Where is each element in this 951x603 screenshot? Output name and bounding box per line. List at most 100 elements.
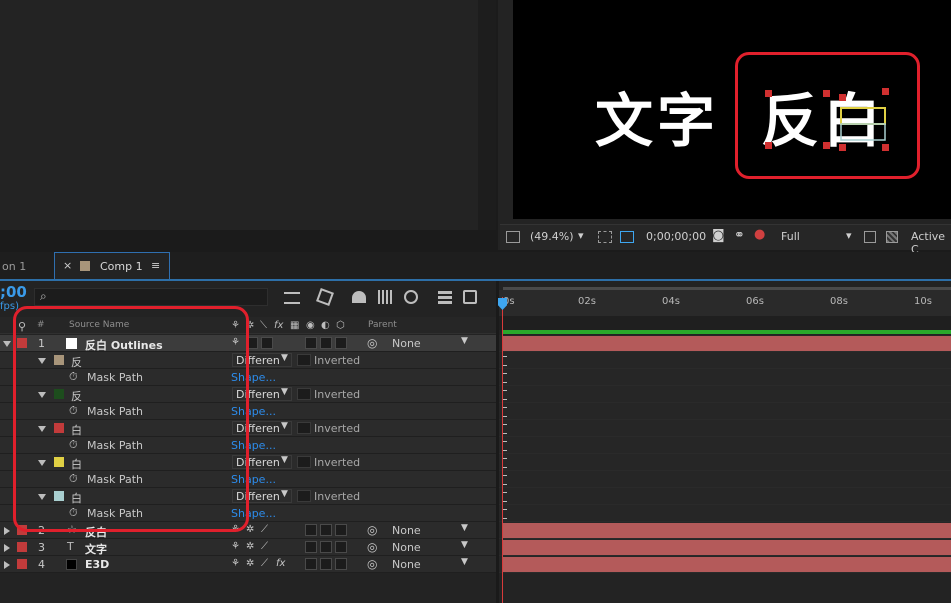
adjustment-switch[interactable] bbox=[320, 337, 332, 349]
collapse-switch-icon[interactable]: ✲ bbox=[246, 541, 254, 552]
show-snapshot-icon[interactable]: ⚭ bbox=[734, 228, 745, 243]
current-time-indicator-line[interactable] bbox=[502, 297, 503, 603]
tab-previous-comp[interactable]: on 1 bbox=[2, 260, 26, 273]
parent-pickwhip-icon[interactable]: ◎ bbox=[367, 336, 377, 350]
quality-switch-icon[interactable]: ⟋ bbox=[261, 524, 268, 535]
quality-switch-icon[interactable]: ⟋ bbox=[261, 541, 268, 552]
layer-bar-1[interactable] bbox=[503, 336, 951, 351]
3d-switch[interactable] bbox=[335, 558, 347, 570]
ruler-label-5: 10s bbox=[914, 296, 932, 307]
collapse-switch-icon[interactable]: ✲ bbox=[246, 558, 254, 569]
mask-inverted-label: Inverted bbox=[314, 490, 361, 503]
comp-label-color bbox=[80, 261, 90, 271]
twirl-right-icon[interactable] bbox=[4, 527, 10, 535]
shy-switch-icon[interactable]: ⚘ bbox=[231, 558, 240, 569]
motion-blur-switch[interactable] bbox=[305, 541, 317, 553]
graph-editor-icon[interactable] bbox=[438, 290, 452, 304]
mask-mode-arrow-icon[interactable]: ▼ bbox=[281, 353, 288, 363]
panel-menu-icon[interactable]: ≡ bbox=[151, 259, 160, 272]
layer-label-color[interactable] bbox=[17, 542, 27, 552]
quality-switch[interactable] bbox=[261, 337, 273, 349]
region-of-interest-icon[interactable] bbox=[506, 231, 520, 243]
quality-switch-icon[interactable]: ⟋ bbox=[261, 558, 268, 569]
comp-flowchart-icon[interactable] bbox=[284, 292, 300, 304]
parent-dropdown[interactable]: None bbox=[392, 337, 421, 350]
mask-inverted-label: Inverted bbox=[314, 456, 361, 469]
parent-dropdown[interactable]: None bbox=[392, 541, 421, 554]
close-icon[interactable]: × bbox=[63, 259, 72, 272]
header-motion-blur-icon: ◉ bbox=[306, 320, 315, 331]
header-fx: fx bbox=[274, 320, 284, 331]
collapse-switch-icon[interactable]: ✲ bbox=[246, 524, 254, 535]
mask-inverted-checkbox[interactable] bbox=[297, 388, 311, 400]
time-ruler[interactable] bbox=[499, 290, 951, 316]
brainstorm-icon[interactable] bbox=[463, 290, 477, 304]
motion-blur-switch[interactable] bbox=[305, 337, 317, 349]
tab-comp-1[interactable]: × Comp 1 ≡ bbox=[54, 252, 170, 280]
timeline-current-time[interactable]: ;00 bbox=[0, 283, 27, 301]
layer-search-input[interactable]: ⌕ bbox=[34, 288, 268, 306]
motion-blur-icon[interactable] bbox=[404, 290, 418, 304]
header-frame-blend-icon: ▦ bbox=[290, 320, 300, 331]
ruler-label-3: 06s bbox=[746, 296, 764, 307]
mask-mode-arrow-icon[interactable]: ▼ bbox=[281, 455, 288, 465]
twirl-right-icon[interactable] bbox=[4, 544, 10, 552]
resolution-dropdown[interactable]: Full bbox=[781, 230, 800, 243]
parent-dropdown[interactable]: None bbox=[392, 524, 421, 537]
layer-bar-2[interactable] bbox=[503, 523, 951, 538]
zoom-dropdown-arrow-icon[interactable]: ▾ bbox=[578, 229, 584, 242]
layer-bar-4[interactable] bbox=[503, 557, 951, 572]
layer-name[interactable]: E3D bbox=[85, 558, 109, 571]
mask-inverted-checkbox[interactable] bbox=[297, 456, 311, 468]
current-time[interactable]: 0;00;00;00 bbox=[646, 230, 706, 243]
transparency-grid-icon[interactable] bbox=[886, 231, 898, 243]
parent-pickwhip-icon[interactable]: ◎ bbox=[367, 557, 377, 571]
3d-switch[interactable] bbox=[335, 541, 347, 553]
shy-switch-icon[interactable]: ⚘ bbox=[231, 541, 240, 552]
ruler-label-2: 04s bbox=[662, 296, 680, 307]
mask-inverted-label: Inverted bbox=[314, 388, 361, 401]
mask-inverted-label: Inverted bbox=[314, 422, 361, 435]
mask-inverted-checkbox[interactable] bbox=[297, 422, 311, 434]
left-panel-scrollbar[interactable] bbox=[478, 0, 496, 230]
layer-row-4[interactable]: 4 E3D ⚘ ✲ ⟋ fx ◎ None ▼ bbox=[0, 556, 496, 573]
adjustment-switch[interactable] bbox=[320, 524, 332, 536]
twirl-down-icon[interactable] bbox=[3, 341, 11, 347]
layer-name[interactable]: 文字 bbox=[85, 541, 107, 557]
layer-label-color[interactable] bbox=[17, 559, 27, 569]
layer-number: 4 bbox=[38, 558, 45, 571]
snapshot-camera-icon[interactable]: ◙ bbox=[712, 228, 725, 243]
solid-layer-icon bbox=[66, 559, 77, 570]
adjustment-switch[interactable] bbox=[320, 558, 332, 570]
effects-switch[interactable]: fx bbox=[276, 558, 285, 569]
channel-rgb-icon[interactable]: ● bbox=[754, 227, 765, 242]
twirl-right-icon[interactable] bbox=[4, 561, 10, 569]
mask-mode-arrow-icon[interactable]: ▼ bbox=[281, 387, 288, 397]
parent-dropdown-arrow-icon[interactable]: ▼ bbox=[461, 557, 468, 567]
3d-switch[interactable] bbox=[335, 524, 347, 536]
parent-dropdown-arrow-icon[interactable]: ▼ bbox=[461, 540, 468, 550]
mask-inverted-checkbox[interactable] bbox=[297, 354, 311, 366]
adjustment-switch[interactable] bbox=[320, 541, 332, 553]
motion-blur-switch[interactable] bbox=[305, 558, 317, 570]
mask-mode-arrow-icon[interactable]: ▼ bbox=[281, 421, 288, 431]
mask-inverted-checkbox[interactable] bbox=[297, 490, 311, 502]
layer-row-3[interactable]: 3 T 文字 ⚘ ✲ ⟋ ◎ None ▼ bbox=[0, 539, 496, 556]
layer-bar-3[interactable] bbox=[503, 540, 951, 555]
resolution-dropdown-arrow-icon[interactable]: ▾ bbox=[846, 229, 852, 242]
parent-dropdown-arrow-icon[interactable]: ▼ bbox=[461, 336, 468, 346]
motion-blur-switch[interactable] bbox=[305, 524, 317, 536]
grid-guides-icon[interactable] bbox=[598, 231, 612, 243]
mask-visibility-icon[interactable] bbox=[620, 231, 634, 243]
parent-pickwhip-icon[interactable]: ◎ bbox=[367, 523, 377, 537]
parent-pickwhip-icon[interactable]: ◎ bbox=[367, 540, 377, 554]
3d-switch[interactable] bbox=[335, 337, 347, 349]
zoom-level[interactable]: (49.4%) bbox=[530, 230, 574, 243]
parent-dropdown-arrow-icon[interactable]: ▼ bbox=[461, 523, 468, 533]
parent-dropdown[interactable]: None bbox=[392, 558, 421, 571]
frame-blending-icon[interactable] bbox=[378, 290, 392, 304]
shy-layers-icon[interactable] bbox=[352, 291, 366, 303]
mask-mode-arrow-icon[interactable]: ▼ bbox=[281, 489, 288, 499]
header-parent[interactable]: Parent bbox=[368, 320, 397, 330]
fast-previews-icon[interactable] bbox=[864, 231, 876, 243]
